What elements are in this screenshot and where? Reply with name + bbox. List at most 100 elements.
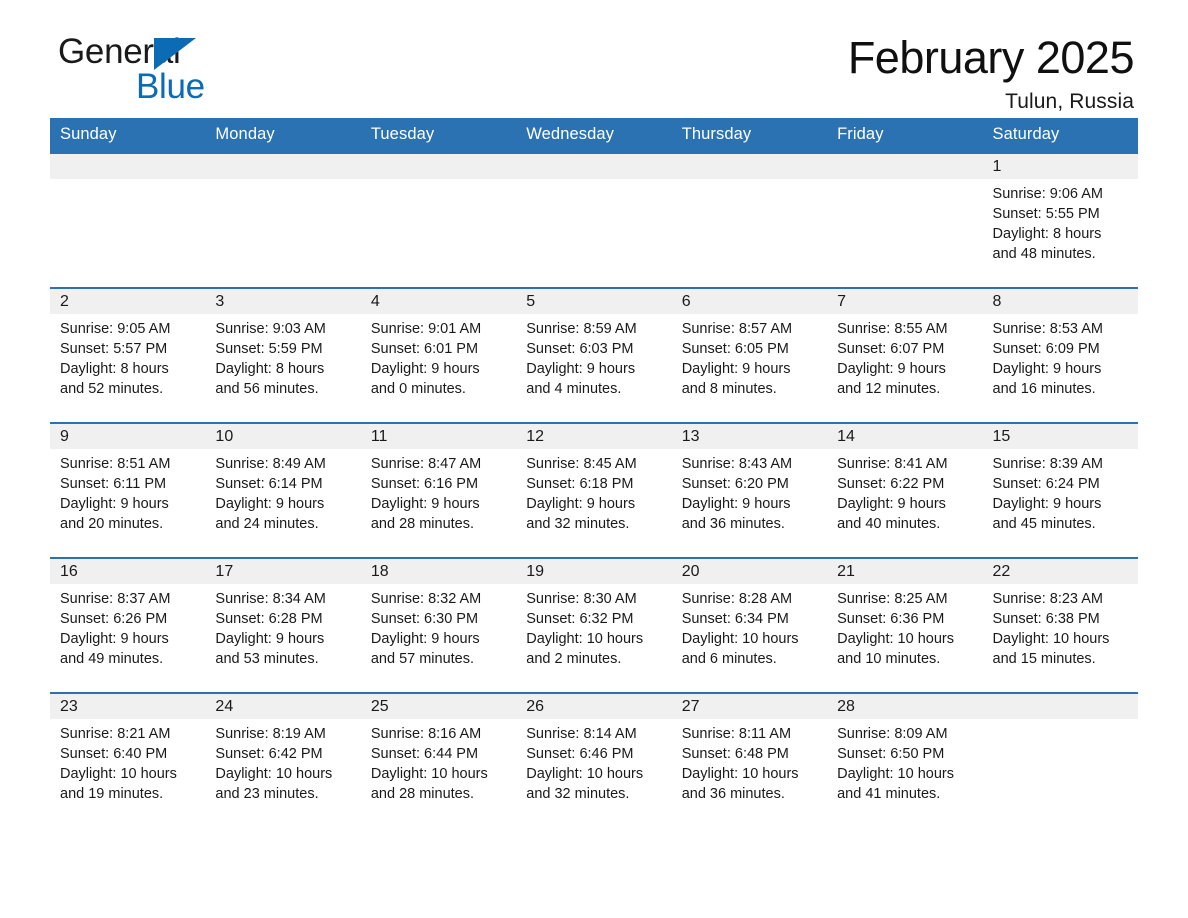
sunset-time: Sunset: 6:24 PM (992, 476, 1100, 492)
day-details: Sunrise: 8:49 AM Sunset: 6:14 PM Daylight:… (205, 449, 360, 534)
sunrise-time: Sunrise: 8:53 AM (992, 321, 1103, 337)
calendar-day-cell[interactable]: 5 Sunrise: 8:59 AM Sunset: 6:03 PM Daylight… (516, 287, 672, 422)
daylight-duration-line-1: Daylight: 9 hours (681, 496, 791, 512)
day-cell-inner: 23 Sunrise: 8:21 AM Sunset: 6:40 PM Dayligh… (50, 692, 206, 827)
daylight-duration-line-1: Daylight: 10 hours (215, 766, 333, 782)
calendar-day-cell[interactable]: 10 Sunrise: 8:49 AM Sunset: 6:14 PM Dayligh… (205, 422, 361, 557)
sunrise-time: Sunrise: 8:16 AM (370, 726, 482, 742)
daylight-duration-line-2: and 16 minutes. (992, 381, 1096, 397)
calendar-day-cell[interactable]: 1 Sunrise: 9:06 AM Sunset: 5:55 PM Daylight… (982, 152, 1138, 287)
sunset-time: Sunset: 6:20 PM (681, 476, 789, 492)
sunset-time: Sunset: 6:03 PM (526, 341, 634, 357)
day-details: Sunrise: 8:23 AM Sunset: 6:38 PM Daylight:… (983, 584, 1138, 669)
day-details: Sunrise: 8:37 AM Sunset: 6:26 PM Daylight:… (50, 584, 205, 669)
day-number: 25 (360, 694, 517, 719)
sunrise-time: Sunrise: 8:49 AM (215, 456, 326, 472)
daylight-duration-line-1: Daylight: 9 hours (526, 496, 636, 512)
sunrise-time: Sunrise: 8:32 AM (370, 591, 482, 607)
sunset-time: Sunset: 6:07 PM (837, 341, 945, 357)
day-cell-inner: 8 Sunrise: 8:53 AM Sunset: 6:09 PM Daylight… (982, 287, 1138, 422)
calendar-day-cell[interactable]: 8 Sunrise: 8:53 AM Sunset: 6:09 PM Daylight… (982, 287, 1138, 422)
calendar-day-cell[interactable]: 25 Sunrise: 8:16 AM Sunset: 6:44 PM Dayligh… (360, 692, 517, 827)
calendar-day-cell[interactable]: 15 Sunrise: 8:39 AM Sunset: 6:24 PM Dayligh… (982, 422, 1138, 557)
daylight-duration-line-2: and 32 minutes. (526, 516, 630, 532)
calendar-day-cell[interactable]: 27 Sunrise: 8:11 AM Sunset: 6:48 PM Dayligh… (671, 692, 828, 827)
daylight-duration-line-2: and 19 minutes. (60, 786, 164, 802)
day-number: 3 (205, 289, 361, 314)
day-cell-inner (205, 152, 361, 287)
daylight-duration-line-2: and 52 minutes. (60, 381, 164, 397)
calendar-day-cell[interactable]: 4 Sunrise: 9:01 AM Sunset: 6:01 PM Daylight… (360, 287, 517, 422)
calendar-day-cell[interactable] (50, 152, 206, 287)
sunset-time: Sunset: 6:50 PM (837, 746, 945, 762)
day-cell-inner: 13 Sunrise: 8:43 AM Sunset: 6:20 PM Dayligh… (671, 422, 828, 557)
day-cell-inner: 2 Sunrise: 9:05 AM Sunset: 5:57 PM Daylight… (50, 287, 206, 422)
daylight-duration-line-1: Daylight: 10 hours (370, 766, 488, 782)
daylight-duration-line-2: and 20 minutes. (60, 516, 164, 532)
day-number: 14 (827, 424, 983, 449)
day-cell-inner: 15 Sunrise: 8:39 AM Sunset: 6:24 PM Dayligh… (982, 422, 1138, 557)
daylight-duration-line-2: and 0 minutes. (370, 381, 466, 397)
day-number: 2 (50, 289, 206, 314)
calendar-day-cell[interactable]: 26 Sunrise: 8:14 AM Sunset: 6:46 PM Dayligh… (516, 692, 672, 827)
daylight-duration-line-2: and 12 minutes. (837, 381, 941, 397)
calendar-day-cell[interactable]: 22 Sunrise: 8:23 AM Sunset: 6:38 PM Dayligh… (982, 557, 1138, 692)
daylight-duration-line-2: and 2 minutes. (526, 651, 622, 667)
sunset-time: Sunset: 6:36 PM (837, 611, 945, 627)
sunrise-time: Sunrise: 8:25 AM (837, 591, 948, 607)
calendar-day-cell[interactable]: 6 Sunrise: 8:57 AM Sunset: 6:05 PM Daylight… (671, 287, 828, 422)
calendar-day-cell[interactable]: 11 Sunrise: 8:47 AM Sunset: 6:16 PM Dayligh… (360, 422, 517, 557)
day-number (516, 154, 672, 179)
calendar-day-cell[interactable]: 12 Sunrise: 8:45 AM Sunset: 6:18 PM Dayligh… (516, 422, 672, 557)
day-cell-inner: 19 Sunrise: 8:30 AM Sunset: 6:32 PM Dayligh… (516, 557, 672, 692)
daylight-duration-line-1: Daylight: 9 hours (215, 496, 325, 512)
day-cell-inner: 28 Sunrise: 8:09 AM Sunset: 6:50 PM Dayligh… (827, 692, 983, 827)
calendar-day-cell[interactable]: 23 Sunrise: 8:21 AM Sunset: 6:40 PM Dayligh… (50, 692, 206, 827)
calendar-body: 1 Sunrise: 9:06 AM Sunset: 5:55 PM Daylight… (50, 152, 1138, 827)
calendar-day-cell[interactable]: 18 Sunrise: 8:32 AM Sunset: 6:30 PM Dayligh… (360, 557, 517, 692)
sunset-time: Sunset: 6:09 PM (992, 341, 1100, 357)
daylight-duration-line-2: and 6 minutes. (681, 651, 777, 667)
day-cell-inner: 25 Sunrise: 8:16 AM Sunset: 6:44 PM Dayligh… (360, 692, 517, 827)
calendar-day-cell[interactable]: 3 Sunrise: 9:03 AM Sunset: 5:59 PM Daylight… (205, 287, 361, 422)
day-details: Sunrise: 8:55 AM Sunset: 6:07 PM Daylight:… (827, 314, 982, 399)
day-cell-inner: 6 Sunrise: 8:57 AM Sunset: 6:05 PM Daylight… (671, 287, 828, 422)
calendar-day-cell[interactable] (360, 152, 517, 287)
sunset-time: Sunset: 6:40 PM (60, 746, 168, 762)
calendar-day-cell[interactable]: 14 Sunrise: 8:41 AM Sunset: 6:22 PM Dayligh… (827, 422, 983, 557)
calendar-day-cell[interactable] (827, 152, 983, 287)
sunset-time: Sunset: 5:59 PM (215, 341, 323, 357)
day-number: 16 (50, 559, 206, 584)
general-blue-logo[interactable]: General Blue (58, 34, 358, 114)
day-cell-inner: 14 Sunrise: 8:41 AM Sunset: 6:22 PM Dayligh… (827, 422, 983, 557)
daylight-duration-line-1: Daylight: 10 hours (837, 766, 954, 782)
day-details: Sunrise: 9:05 AM Sunset: 5:57 PM Daylight:… (50, 314, 205, 399)
calendar-day-cell[interactable]: 19 Sunrise: 8:30 AM Sunset: 6:32 PM Dayligh… (516, 557, 672, 692)
daylight-duration-line-1: Daylight: 10 hours (526, 766, 644, 782)
day-cell-inner: 26 Sunrise: 8:14 AM Sunset: 6:46 PM Dayligh… (516, 692, 672, 827)
sunrise-time: Sunrise: 8:59 AM (526, 321, 637, 337)
calendar-day-cell[interactable]: 28 Sunrise: 8:09 AM Sunset: 6:50 PM Dayligh… (827, 692, 983, 827)
sunset-time: Sunset: 5:57 PM (60, 341, 168, 357)
calendar-day-cell[interactable]: 2 Sunrise: 9:05 AM Sunset: 5:57 PM Daylight… (50, 287, 206, 422)
calendar-day-cell[interactable] (982, 692, 1138, 827)
calendar-day-cell[interactable] (205, 152, 361, 287)
day-cell-inner: 3 Sunrise: 9:03 AM Sunset: 5:59 PM Daylight… (205, 287, 361, 422)
calendar-day-cell[interactable] (671, 152, 828, 287)
calendar-day-cell[interactable]: 9 Sunrise: 8:51 AM Sunset: 6:11 PM Daylight… (50, 422, 206, 557)
daylight-duration-line-1: Daylight: 9 hours (837, 361, 946, 377)
calendar-day-cell[interactable]: 7 Sunrise: 8:55 AM Sunset: 6:07 PM Daylight… (827, 287, 983, 422)
calendar-day-cell[interactable]: 17 Sunrise: 8:34 AM Sunset: 6:28 PM Dayligh… (205, 557, 361, 692)
calendar-day-cell[interactable]: 21 Sunrise: 8:25 AM Sunset: 6:36 PM Dayligh… (827, 557, 983, 692)
calendar-day-cell[interactable]: 20 Sunrise: 8:28 AM Sunset: 6:34 PM Dayligh… (671, 557, 828, 692)
sunrise-time: Sunrise: 9:05 AM (60, 321, 171, 337)
calendar-day-cell[interactable] (516, 152, 672, 287)
calendar-day-cell[interactable]: 24 Sunrise: 8:19 AM Sunset: 6:42 PM Dayligh… (205, 692, 361, 827)
calendar-day-cell[interactable]: 13 Sunrise: 8:43 AM Sunset: 6:20 PM Dayligh… (671, 422, 828, 557)
weekday-header-wednesday: Wednesday (516, 118, 672, 152)
calendar-day-cell[interactable]: 16 Sunrise: 8:37 AM Sunset: 6:26 PM Dayligh… (50, 557, 206, 692)
sunset-time: Sunset: 6:05 PM (681, 341, 789, 357)
day-cell-inner: 12 Sunrise: 8:45 AM Sunset: 6:18 PM Dayligh… (516, 422, 672, 557)
sunset-time: Sunset: 6:18 PM (526, 476, 634, 492)
day-details: Sunrise: 8:16 AM Sunset: 6:44 PM Daylight:… (361, 719, 516, 804)
